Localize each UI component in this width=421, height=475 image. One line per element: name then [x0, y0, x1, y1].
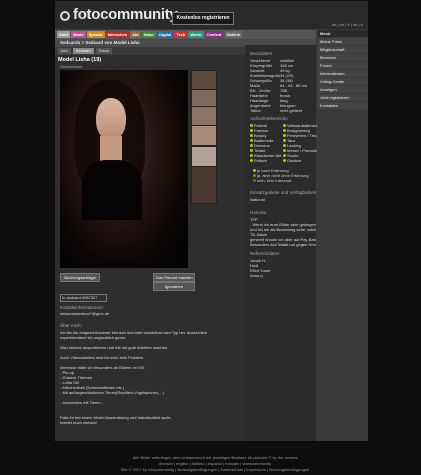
profile-subtabs: Info Sedcard Fotos	[58, 48, 112, 54]
logo-camera-icon	[60, 11, 70, 21]
photo-top-shape	[82, 160, 142, 220]
work-areas-title: Aufnahmebereiche	[250, 116, 288, 121]
subtab-fotos[interactable]: Fotos	[95, 48, 112, 54]
tab-mode[interactable]: Mode	[71, 31, 86, 38]
check-dot-icon	[283, 124, 286, 127]
work-areas-right: Videoaufnahmen Bodypainting Fernsehen / Th…	[283, 123, 317, 163]
fee-text: TFP - Wenn ich eure Bilder sehr gelungen u…	[250, 217, 316, 247]
reference-list: Jonah H. Hodl Eilert Yuser Anna p.	[250, 258, 316, 278]
dot-icon	[253, 169, 256, 172]
check-dot-icon	[283, 149, 286, 152]
contact-email[interactable]: missunstoodsoul?@gmx.de	[60, 311, 109, 316]
subtab-info[interactable]: Info	[58, 48, 71, 54]
dot-icon	[253, 174, 256, 177]
language-selector[interactable]: de | en | fr | es | it	[332, 22, 363, 27]
booking-button[interactable]: Buchungsanfrage	[60, 273, 100, 282]
add-friend-button[interactable]: Zum Freund machen	[153, 273, 195, 282]
check-dot-icon	[250, 154, 253, 157]
profile-country: Deutschland	[60, 64, 83, 69]
right-menu: Menü Meine Fotos Mitgliedschaft Benutzer For…	[318, 30, 368, 110]
check-dot-icon	[250, 129, 253, 132]
tab-start[interactable]: Start	[57, 31, 71, 38]
menu-item[interactable]: Meine Fotos	[318, 38, 368, 45]
legend-3: nein, kein Interesse	[253, 178, 292, 183]
availability-value: National	[250, 197, 265, 202]
menu-item[interactable]: Forum	[318, 62, 368, 69]
contact-title: Kontaktinformationen:	[60, 305, 104, 310]
check-dot-icon	[283, 154, 286, 157]
menu-item[interactable]: Mitgliedschaft	[318, 46, 368, 53]
check-dot-icon	[283, 159, 286, 162]
about-text: Ich bin ein aufgeschlossener Mensch und …	[60, 330, 240, 425]
footer-languages[interactable]: deutsch | english | italiano | español |…	[90, 461, 340, 466]
menu-item[interactable]: Benutzer	[318, 54, 368, 61]
tab-galerie[interactable]: Galerie	[224, 31, 243, 38]
tab-tech[interactable]: Tech	[174, 31, 188, 38]
reference-item[interactable]: Anna p.	[250, 273, 316, 278]
tab-digital[interactable]: Digital	[157, 31, 174, 38]
work-area-label: Fetisch	[254, 158, 267, 163]
legend-text: nein, kein Interesse	[257, 178, 292, 183]
check-dot-icon	[283, 139, 286, 142]
work-area-item: Outdoor	[283, 158, 317, 163]
detail-key: Tattoo	[250, 108, 261, 113]
thumbnail-photo[interactable]	[191, 125, 217, 146]
photo-face-shape	[96, 98, 126, 140]
tab-special[interactable]: Special	[86, 31, 105, 38]
check-dot-icon	[283, 134, 286, 137]
detail-row: Tattoo nicht gefärbt	[250, 108, 314, 113]
check-dot-icon	[250, 144, 253, 147]
sedcard-id-field[interactable]: fc-sedcard-9967327	[60, 294, 107, 302]
details-title: Basisdaten	[250, 51, 273, 56]
footer-copyright: Alle Bilder unterliegen dem Urheberrecht…	[132, 455, 298, 460]
tab-akt[interactable]: Akt	[130, 31, 141, 38]
reference-title: Referenzdaten	[250, 251, 280, 256]
thumbnail-photo[interactable]	[191, 106, 217, 127]
check-dot-icon	[250, 139, 253, 142]
work-area-item: Fetisch	[250, 158, 283, 163]
about-title: Über mich:	[60, 323, 82, 328]
about-line: meldet euch einfach!	[60, 420, 97, 425]
detail-value: nicht gefärbt	[280, 108, 303, 113]
thumbnail-photo[interactable]	[191, 146, 217, 168]
availability-title: Einsatzgebiete und Verfügbarkeit	[250, 190, 317, 195]
check-dot-icon	[250, 149, 253, 152]
fee-title: Honorar	[250, 210, 267, 215]
tab-world[interactable]: World	[188, 31, 204, 38]
menu-item[interactable]: Voting-Center	[318, 78, 368, 85]
site-logo[interactable]: fotocommunity	[73, 7, 178, 23]
tab-contest[interactable]: Contest	[204, 31, 224, 38]
ignore-button[interactable]: Ignorieren	[153, 282, 195, 291]
menu-item[interactable]: Kontakten	[318, 102, 368, 109]
check-dot-icon	[283, 144, 286, 147]
thumbnail-photo[interactable]	[191, 166, 217, 204]
category-tabs: Start Mode Special Menschen Akt Natur Digital T…	[57, 31, 243, 38]
profile-name: Model Lisha (19)	[58, 57, 102, 63]
work-area-label: Outdoor	[287, 158, 302, 163]
thumbnail-photo[interactable]	[191, 70, 217, 91]
check-dot-icon	[250, 134, 253, 137]
fee-line: Besonders Akt/Teilakt nur gegen Honorar.	[250, 242, 316, 247]
menu-item[interactable]: Jetzt registrieren	[318, 94, 368, 101]
register-button[interactable]: Kostenlos registrieren	[172, 12, 234, 25]
check-dot-icon	[250, 124, 253, 127]
menu-item[interactable]: Informationen	[318, 70, 368, 77]
work-areas-left: Portrait Fashion Beauty Bademode Dessous Teil…	[250, 123, 283, 163]
dot-icon	[253, 179, 256, 182]
details-table: Geschlecht weiblich Körpergröße 168 cm Gewic…	[250, 58, 314, 113]
menu-title: Menü	[318, 30, 368, 37]
menu-item[interactable]: Anzeigen	[318, 86, 368, 93]
tab-natur[interactable]: Natur	[141, 31, 157, 38]
footer-links[interactable]: Site © 2007 by fotocommunity | Nutzungsb…	[90, 467, 340, 472]
tab-menschen[interactable]: Menschen	[105, 31, 130, 38]
check-dot-icon	[250, 159, 253, 162]
breadcrumb[interactable]: Sedcards > Sedcard von Model Lisha	[60, 40, 140, 46]
check-dot-icon	[283, 129, 286, 132]
subtab-sedcard[interactable]: Sedcard	[72, 48, 94, 54]
